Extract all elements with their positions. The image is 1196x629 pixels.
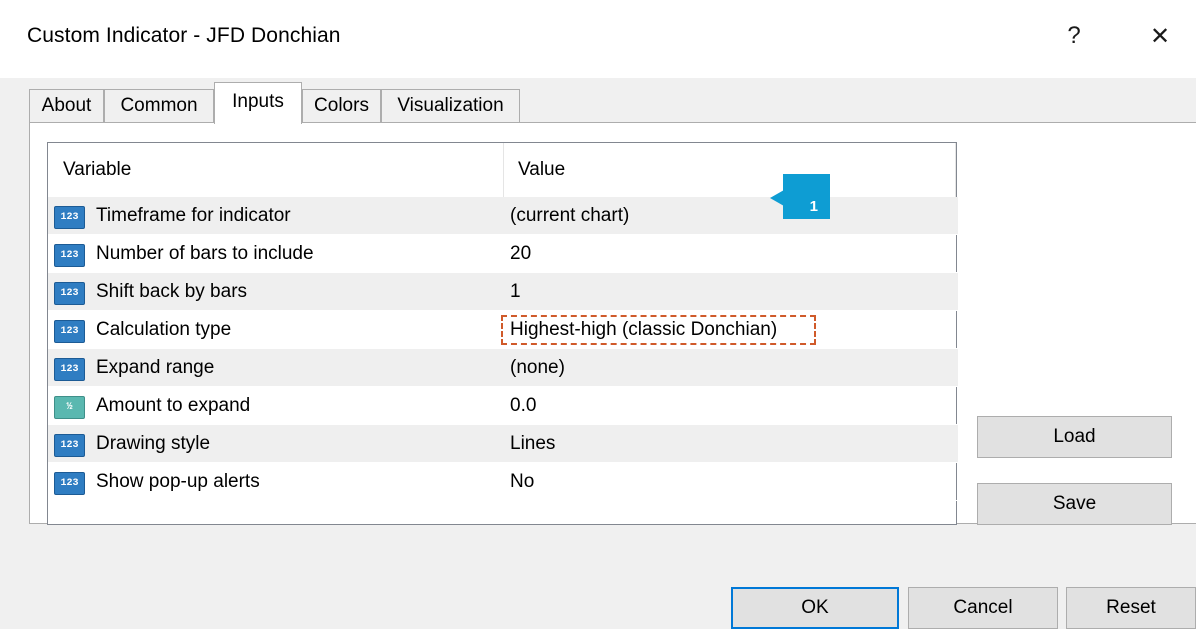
callout-pointer bbox=[770, 190, 784, 206]
column-divider[interactable] bbox=[955, 143, 956, 197]
variable-name: Calculation type bbox=[96, 319, 232, 340]
column-header-variable[interactable]: Variable bbox=[48, 143, 503, 197]
double-icon: ½ bbox=[54, 396, 85, 419]
variable-value[interactable]: (current chart) bbox=[510, 197, 629, 235]
variable-value[interactable]: (none) bbox=[510, 349, 565, 387]
window-title: Custom Indicator - JFD Donchian bbox=[27, 24, 341, 47]
close-icon: ✕ bbox=[1149, 22, 1171, 50]
variable-name: Drawing style bbox=[96, 433, 211, 454]
table-row[interactable]: 123 Drawing style Lines bbox=[48, 425, 958, 463]
table-row[interactable]: 123 Expand range (none) bbox=[48, 349, 958, 387]
integer-icon: 123 bbox=[54, 206, 85, 229]
variable-value[interactable]: 1 bbox=[510, 273, 521, 311]
integer-icon: 123 bbox=[54, 282, 85, 305]
variable-value[interactable]: No bbox=[510, 463, 534, 501]
tab-about[interactable]: About bbox=[29, 89, 104, 122]
variable-name: Timeframe for indicator bbox=[96, 205, 291, 226]
close-button[interactable]: ✕ bbox=[1140, 18, 1180, 54]
integer-icon: 123 bbox=[54, 358, 85, 381]
table-row[interactable]: 123 Calculation type Highest-high (class… bbox=[48, 311, 958, 349]
variable-name: Expand range bbox=[96, 357, 215, 378]
table-row[interactable]: 123 Number of bars to include 20 bbox=[48, 235, 958, 273]
ok-button[interactable]: OK bbox=[731, 587, 899, 629]
save-button[interactable]: Save bbox=[977, 483, 1172, 525]
integer-icon: 123 bbox=[54, 320, 85, 343]
variable-name: Shift back by bars bbox=[96, 281, 248, 302]
tab-common[interactable]: Common bbox=[104, 89, 214, 122]
table-row[interactable]: 123 Shift back by bars 1 bbox=[48, 273, 958, 311]
variable-name: Number of bars to include bbox=[96, 243, 314, 264]
table-row[interactable]: ½ Amount to expand 0.0 bbox=[48, 387, 958, 425]
column-header-value[interactable]: Value bbox=[503, 143, 955, 197]
tab-visualization[interactable]: Visualization bbox=[381, 89, 520, 122]
tab-inputs[interactable]: Inputs bbox=[214, 82, 302, 124]
integer-icon: 123 bbox=[54, 244, 85, 267]
value-highlight bbox=[501, 315, 816, 345]
reset-button[interactable]: Reset bbox=[1066, 587, 1196, 629]
variable-name: Show pop-up alerts bbox=[96, 471, 260, 492]
tab-colors[interactable]: Colors bbox=[302, 89, 381, 122]
variable-name: Amount to expand bbox=[96, 395, 251, 416]
variable-value[interactable]: 20 bbox=[510, 235, 531, 273]
title-bar: Custom Indicator - JFD Donchian ? ✕ bbox=[0, 0, 1196, 78]
help-button[interactable]: ? bbox=[1054, 18, 1094, 54]
variable-value[interactable]: Lines bbox=[510, 425, 555, 463]
load-button[interactable]: Load bbox=[977, 416, 1172, 458]
callout-number: 1 bbox=[809, 198, 818, 215]
integer-icon: 123 bbox=[54, 434, 85, 457]
variable-value[interactable]: 0.0 bbox=[510, 387, 536, 425]
cancel-button[interactable]: Cancel bbox=[908, 587, 1058, 629]
table-row[interactable]: 123 Show pop-up alerts No bbox=[48, 463, 958, 501]
callout-badge: 1 bbox=[783, 174, 830, 219]
integer-icon: 123 bbox=[54, 472, 85, 495]
